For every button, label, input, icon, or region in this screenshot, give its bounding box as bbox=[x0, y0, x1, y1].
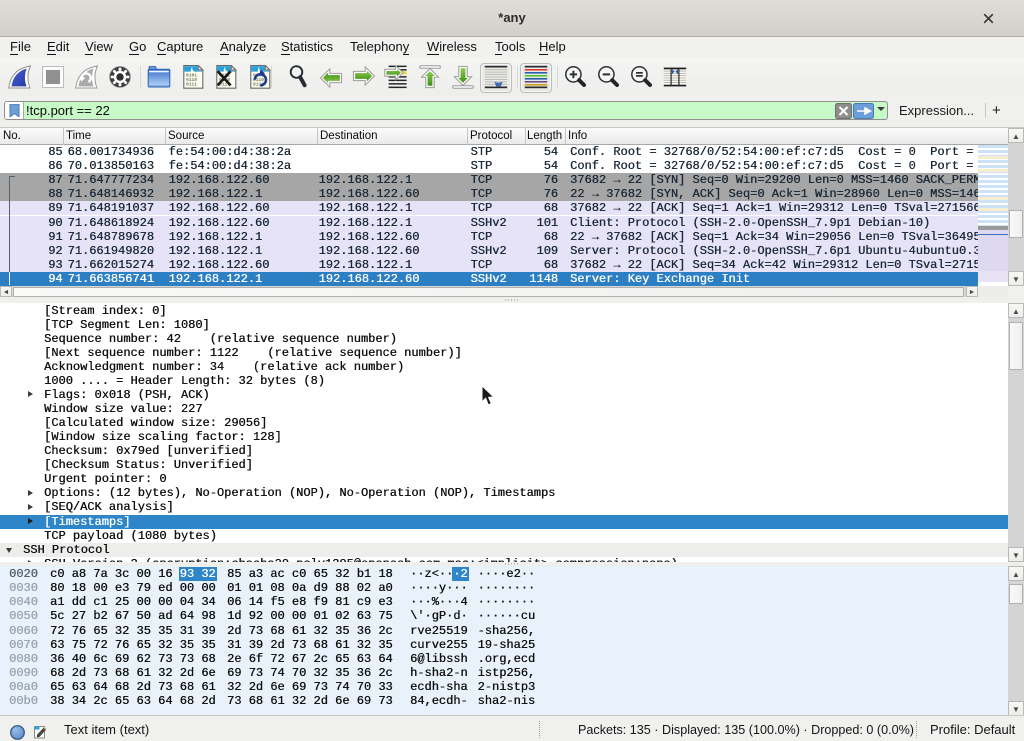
svg-text:0111: 0111 bbox=[186, 82, 197, 88]
